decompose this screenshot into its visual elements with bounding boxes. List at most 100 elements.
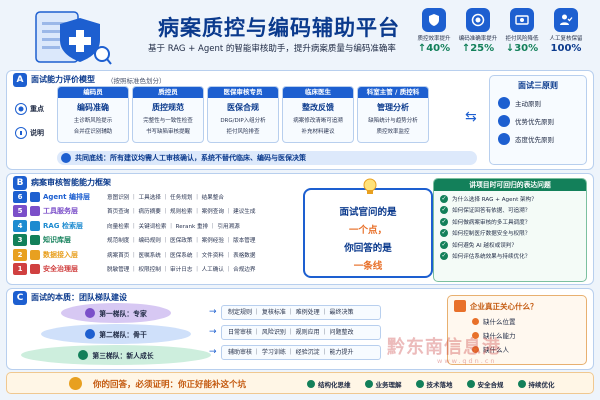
section-tag: A [13,73,27,87]
side-label-key: 重点 [15,103,44,115]
qa-item: ✓ 如何控制医疗数据安全与权限？ [440,229,580,237]
role-head: 科室主管 / 质控科 [358,87,428,98]
qa-list: ✓ 为什么选择 RAG + Agent 架构？ ✓ 如何保证回答有依据、可追溯？ ✓ 如何… [434,194,586,260]
qa-text: 如何控制医疗数据安全与权限？ [452,231,531,237]
layer-icon [30,235,40,246]
tier-description: 日常审核 ｜ 风险识别 ｜ 规则应用 ｜ 问题整改 [221,325,381,340]
role-note: 主诊断风险提示 [73,118,113,124]
check-icon: ✓ [440,194,448,203]
enterprise-item: 缺什么位置 [472,316,586,326]
footer-tag: 持续优化 [517,379,555,389]
footer-tag: 技术落地 [415,379,453,389]
tier-expert: 第一梯队：专家 [61,303,171,323]
lightbulb-icon [363,178,377,194]
role-column: 临床医生 整改反馈 病案修改清晰可追溯 补充材料建议 [282,86,354,143]
kpi-label: 人工复核保留 [549,36,583,42]
layer-icon [30,264,40,275]
tier-stack: 第一梯队：专家 第二梯队：骨干 第三梯队：新人成长 [21,303,211,365]
tag-label: 结构化思维 [318,381,351,389]
role-column: 科室主管 / 质控科 管理分析 缺陷统计与趋势分析 质控效率监控 [357,86,429,143]
kpi-strip: 质控效率提升 ↑40% 编码准确率提升 ↑25% 拒付风险降低 ↓30% 人工复… [414,8,586,62]
principle-label: 主动原则 [515,100,541,108]
layer-number: 4 [13,219,27,232]
kpi-card: 质控效率提升 ↑40% [414,8,454,62]
check-icon [307,380,315,388]
role-columns: 编码员 编码准确 主诊断风险提示 合并症识别辅助 质控员 质控规范 完整性与一致… [57,86,429,143]
footer-tags: 结构化思维 业务理解 技术落地 安全合规 持续优化 [307,379,555,389]
principles-box: 面试三原则 主动原则 优势优先原则 态度优先原则 [489,75,587,165]
qa-item: ✓ 如何做病案审核的多工具调度？ [440,217,580,226]
bubble-line: 面试官问的是 [339,207,397,218]
check-icon: ✓ [440,252,448,260]
layer-row: 1 安全治理层 脱敏管理 ｜ 权限控制 ｜ 审计日志 ｜ 人工确认 ｜ 合规边界 [13,263,295,277]
layer-row: 6 Agent 编排层 意图识别 ｜ 工具选择 ｜ 任务规划 ｜ 结果整合 [13,190,295,204]
qa-item: ✓ 为什么选择 RAG + Agent 架构？ [440,194,580,203]
principle-label: 优势优先原则 [515,118,554,126]
person-icon [498,97,510,109]
kpi-card: 拒付风险降低 ↓30% [502,8,542,62]
people-icon [85,329,96,339]
role-column: 编码员 编码准确 主诊断风险提示 合并症识别辅助 [57,86,129,143]
layer-description: 首页查询 ｜ 病历摘要 ｜ 规则检索 ｜ 案例查询 ｜ 建议生成 [107,209,256,216]
tier-core: 第二梯队：骨干 [41,324,191,344]
check-icon: ✓ [440,206,448,214]
bubble-line: 一个点， [348,225,387,236]
tier-label: 第一梯队：专家 [99,310,147,318]
check-icon [466,380,475,388]
layer-description: 病案首页 ｜ 医嘱系统 ｜ 医保系统 ｜ 文件资料 ｜ 表格数据 [107,252,256,259]
section-team-tiers: C 面试的本质：团队梯队建设 第一梯队：专家 第二梯队：骨干 第三梯队：新人成长… [6,288,594,370]
people-icon [85,308,96,318]
check-icon [517,380,526,388]
tier-label: 第二梯队：骨干 [99,331,147,339]
role-head: 医保审核专员 [208,87,278,98]
layer-row: 5 工具服务层 首页查询 ｜ 病历摘要 ｜ 规则检索 ｜ 案例查询 ｜ 建议生成 [13,205,295,219]
check-shield-icon [61,153,71,163]
layer-row: 4 RAG 检索层 向量检索 ｜ 关键词检索 ｜ Rerank 重排 ｜ 引用溯源 [13,219,295,233]
check-icon [364,380,373,388]
section-capability-framework: B 病案审核智能能力框架 6 Agent 编排层 意图识别 ｜ 工具选择 ｜ 任务规… [6,173,594,285]
kpi-card: 人工复核保留 100% [546,8,586,62]
role-note: 补充材料建议 [301,129,335,135]
info-icon [15,127,27,139]
double-arrow-icon: ⇆ [465,109,477,125]
role-head: 质控员 [133,87,203,98]
baseline-banner: 共同底线：所有建议均需人工审核确认，系统不替代临床、编码与医保决策 [57,151,477,165]
heart-icon [498,133,510,145]
footer-text: 你的回答，必须证明：你正好能补这个坑 [93,380,247,390]
check-icon: ✓ [440,217,448,226]
qa-text: 如何评估系统效果与持续优化？ [452,254,531,260]
arrow-right-icon: → [209,347,217,357]
principle-item: 态度优先原则 [498,133,578,145]
principle-item: 主动原则 [498,97,578,109]
qa-item: ✓ 如何保证回答有依据、可追溯？ [440,206,580,214]
qa-title: 讲项目时可回归的表达问题 [434,179,586,191]
quote-bubble: 面试官问的是 一个点， 你回答的是 一条线 [303,178,433,278]
layer-name: 安全治理层 [43,265,78,274]
qa-text: 为什么选择 RAG + Agent 架构？ [452,196,537,203]
layer-description: 意图识别 ｜ 工具选择 ｜ 任务规划 ｜ 结果整合 [107,194,224,201]
bubble-line: 一条线 [353,261,383,272]
check-icon [472,317,479,325]
kpi-value: 100% [550,43,582,54]
role-note: DRG/DIP入组分析 [220,118,266,124]
kpi-value: ↓30% [505,43,539,54]
key-icon [15,103,27,115]
layer-icon [30,191,40,202]
section-title: 面试能力评价模型 [31,75,95,84]
layer-stack: 6 Agent 编排层 意图识别 ｜ 工具选择 ｜ 任务规划 ｜ 结果整合 5 工具服务… [13,190,295,277]
footer-tag: 安全合规 [466,379,504,389]
layer-number: 6 [13,190,27,203]
layer-number: 5 [13,205,27,218]
footer-banner: 你的回答，必须证明：你正好能补这个坑 结构化思维 业务理解 技术落地 安全合规 … [6,372,594,394]
kpi-label: 编码准确率提升 [458,36,498,42]
layer-icon [30,220,40,231]
tier-descriptions: 制定规则 ｜ 复核标准 ｜ 难例处理 ｜ 最终决策 日常审核 ｜ 风险识别 ｜ … [221,305,381,365]
tag-label: 安全合规 [477,381,504,389]
layer-name: 知识库层 [43,236,71,245]
trophy-icon [69,377,82,390]
layer-row: 2 数据接入层 病案首页 ｜ 医嘱系统 ｜ 医保系统 ｜ 文件资料 ｜ 表格数据 [13,248,295,262]
role-note: 病案修改清晰可追溯 [293,118,343,124]
check-icon: ✓ [440,229,448,237]
check-icon [415,380,424,388]
role-note: 缺陷统计与趋势分析 [368,118,418,124]
